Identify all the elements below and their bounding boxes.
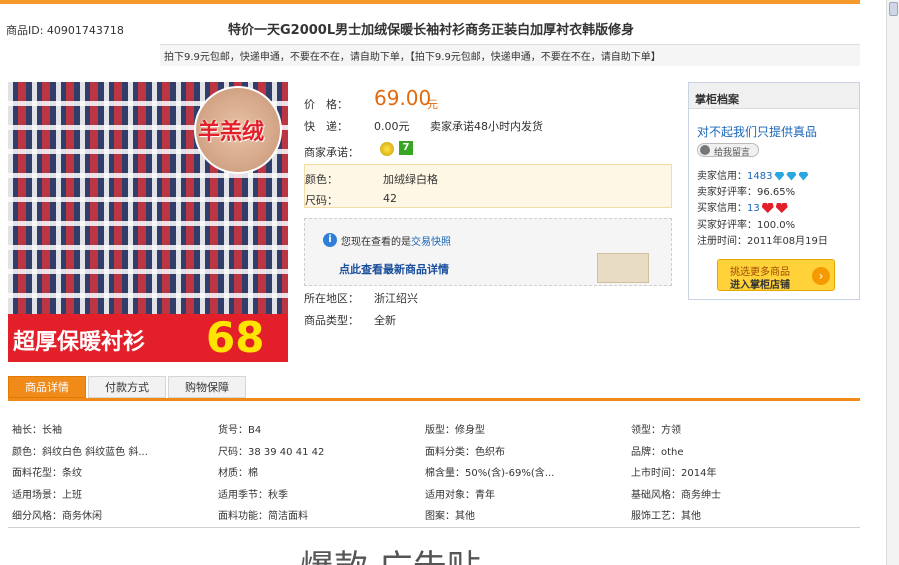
delivery-label: 快 递： [304, 120, 348, 133]
seller-panel: 掌柜档案 对不起我们只提供真品 给我留言 卖家信用：1483 卖家好评率：96.… [688, 82, 860, 300]
seller-good-rate: 卖家好评率：96.65% [697, 187, 796, 198]
diamond-icon [786, 171, 797, 181]
attribute-item: 图案：其他 [425, 511, 475, 522]
leave-message-label: 给我留言 [714, 148, 751, 158]
price-label: 价 格： [304, 98, 348, 111]
type-value: 全新 [374, 314, 396, 327]
product-header: 商品ID: 40901743718 特价一天G2000L男士加绒保暖长袖衬衫商务… [0, 14, 860, 40]
attribute-item: 上市时间：2014年 [631, 468, 717, 479]
price-value: 69.00 [374, 86, 432, 110]
notice-text: 您现在查看的是交易快照 [341, 237, 451, 248]
attribute-item: 货号：B4 [218, 425, 262, 436]
view-latest-link[interactable]: 点此查看最新商品详情 [339, 261, 449, 277]
seller-credit: 卖家信用：1483 [697, 167, 809, 182]
promise-label: 商家承诺： [304, 146, 359, 159]
tab-shopping-guarantee[interactable]: 购物保障 [168, 376, 246, 398]
tab-underline [8, 398, 860, 401]
attribute-item: 面料功能：简洁面料 [218, 511, 308, 522]
leave-message-button[interactable]: 给我留言 [697, 143, 759, 158]
heart-icon [775, 203, 788, 213]
seven-day-return-icon[interactable]: 7 [399, 141, 413, 155]
price-unit: 元 [427, 98, 438, 111]
diamond-icon [798, 171, 809, 181]
attribute-item: 适用对象：青年 [425, 490, 495, 501]
product-title: 特价一天G2000L男士加绒保暖长袖衬衫商务正装白加厚衬衣韩版修身 [228, 23, 635, 38]
attribute-item: 棉含量：50%(含)-69%(含... [425, 468, 555, 479]
attribute-item: 面料分类：色织布 [425, 447, 505, 458]
image-banner-price: 68 [206, 313, 265, 362]
attribute-item: 颜色：斜纹白色 斜纹蓝色 斜... [12, 447, 148, 458]
shop-button-line2: 进入掌柜店铺 [730, 280, 790, 291]
register-time: 注册时间：2011年08月19日 [697, 236, 828, 247]
attribute-item: 品牌：othe [631, 447, 684, 458]
product-attributes: 袖长：长袖 货号：B4 版型：修身型 领型：方领 颜色：斜纹白色 斜纹蓝色 斜.… [8, 408, 860, 528]
image-banner: 超厚保暖衬衫 68 [8, 314, 288, 362]
diamond-icon [774, 171, 785, 181]
item-id: 商品ID: 40901743718 [6, 24, 124, 37]
attribute-item: 领型：方领 [631, 425, 681, 436]
seller-panel-title: 掌柜档案 [695, 93, 739, 106]
snapshot-illustration [597, 253, 649, 283]
attribute-item: 材质：棉 [218, 468, 258, 479]
tab-product-details[interactable]: 商品详情 [8, 376, 86, 398]
size-label: 尺码： [305, 194, 338, 207]
snapshot-link[interactable]: 交易快照 [411, 237, 451, 248]
message-icon [700, 145, 710, 155]
tab-payment-methods[interactable]: 付款方式 [88, 376, 166, 398]
color-label: 颜色： [305, 173, 338, 186]
attribute-item: 版型：修身型 [425, 425, 485, 436]
top-accent-line [0, 0, 860, 4]
delivery-promise: 卖家承诺48小时内发货 [430, 120, 543, 133]
attribute-item: 袖长：长袖 [12, 425, 62, 436]
heart-icon [761, 203, 774, 213]
partial-banner-text: 爆款 广告贴 [300, 540, 481, 565]
fleece-badge-text: 羊羔绒 [198, 120, 265, 145]
scrollbar-thumb[interactable] [889, 2, 898, 16]
attribute-item: 细分风格：商务休闲 [12, 511, 102, 522]
buyer-good-rate: 买家好评率：100.0% [697, 220, 796, 231]
size-value[interactable]: 42 [383, 192, 397, 205]
snapshot-notice: i 您现在查看的是交易快照 点此查看最新商品详情 [304, 218, 672, 286]
sku-box: 颜色： 加绒绿白格 尺码： 42 [304, 164, 672, 208]
vertical-scrollbar[interactable] [886, 0, 899, 565]
color-value[interactable]: 加绒绿白格 [383, 171, 438, 187]
product-subtitle: 拍下9.9元包邮，快递申通，不要在不在，请自助下单，【拍下9.9元包邮，快递申通… [160, 44, 860, 66]
attribute-item: 面料花型：条纹 [12, 468, 82, 479]
region-label: 所在地区： [304, 292, 359, 305]
image-banner-text: 超厚保暖衬衫 [13, 330, 146, 355]
buyer-credit: 买家信用：13 [697, 199, 788, 214]
info-icon: i [323, 233, 337, 247]
attribute-item: 尺码：38 39 40 41 42 [218, 447, 325, 458]
seller-panel-header: 掌柜档案 [689, 83, 859, 109]
attribute-item: 服饰工艺：其他 [631, 511, 701, 522]
seller-name[interactable]: 对不起我们只提供真品 [697, 123, 817, 140]
promise-badge-icon[interactable] [380, 142, 394, 156]
arrow-right-icon: › [812, 267, 830, 285]
type-label: 商品类型： [304, 314, 359, 327]
enter-shop-button[interactable]: 挑选更多商品 进入掌柜店铺 › [717, 259, 835, 291]
product-page: 商品ID: 40901743718 特价一天G2000L男士加绒保暖长袖衬衫商务… [0, 0, 886, 565]
attribute-item: 基础风格：商务绅士 [631, 490, 721, 501]
attribute-item: 适用季节：秋季 [218, 490, 288, 501]
delivery-fee: 0.00元 [374, 120, 410, 133]
region-value: 浙江绍兴 [374, 292, 418, 305]
attribute-item: 适用场景：上班 [12, 490, 82, 501]
product-image[interactable]: 羊羔绒 超厚保暖衬衫 68 [8, 82, 288, 362]
